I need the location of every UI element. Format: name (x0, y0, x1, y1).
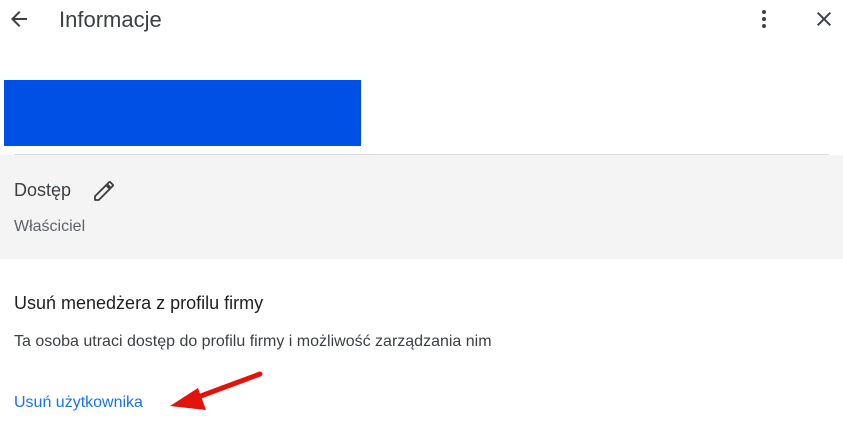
close-icon (817, 12, 831, 26)
page-title: Informacje (59, 7, 162, 32)
info-page: Informacje Dostęp Właściciel Usuń menedż… (0, 0, 843, 447)
more-options-button[interactable] (749, 4, 779, 34)
access-section (0, 155, 843, 259)
access-value: Właściciel (14, 218, 86, 235)
close-button[interactable] (809, 4, 839, 34)
remove-manager-heading: Usuń menedżera z profilu firmy (14, 293, 264, 313)
edit-access-button[interactable] (90, 177, 118, 205)
arrow-head (170, 388, 206, 410)
remove-manager-description: Ta osoba utraci dostęp do profilu firmy … (14, 333, 492, 350)
pencil-icon (94, 181, 114, 201)
arrow-back-icon (11, 11, 27, 27)
red-arrow-annotation (170, 371, 263, 410)
more-vert-icon (762, 10, 766, 28)
redacted-banner (4, 80, 361, 146)
header-bar: Informacje (0, 0, 843, 40)
back-button[interactable] (4, 4, 34, 34)
remove-user-link[interactable]: Usuń użytkownika (14, 392, 143, 414)
access-label: Dostęp (14, 180, 72, 200)
